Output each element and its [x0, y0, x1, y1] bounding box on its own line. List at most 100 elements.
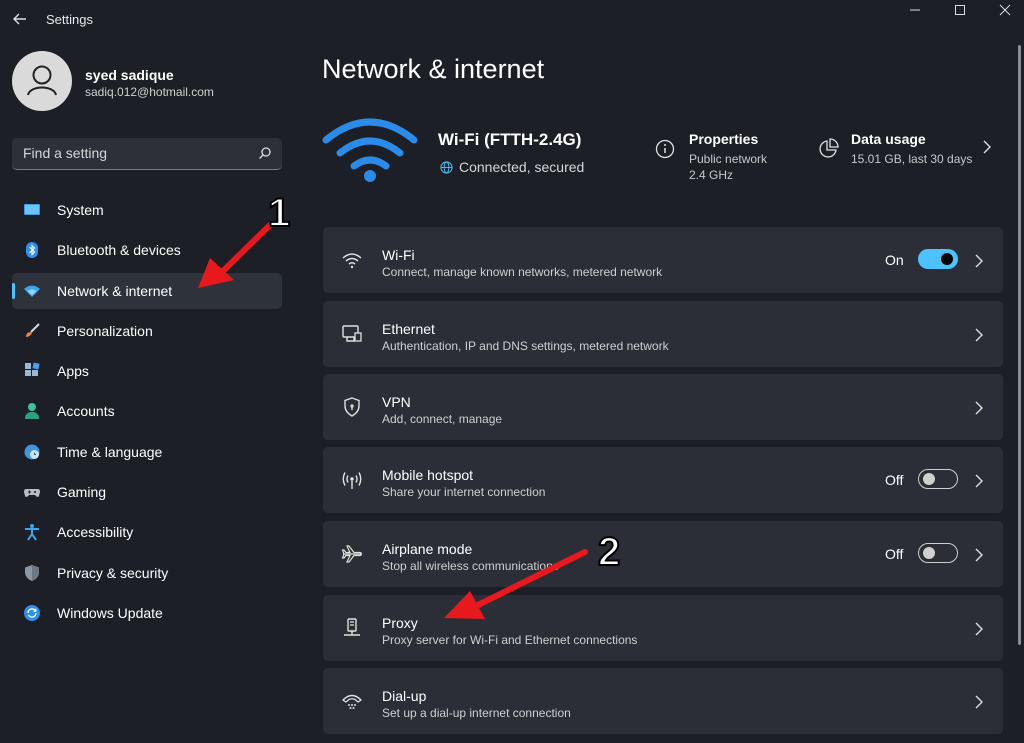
title-bar: Settings	[0, 0, 1024, 40]
sidebar-item-label: Windows Update	[57, 604, 163, 621]
maximize-button[interactable]	[937, 0, 983, 20]
data-usage-icon[interactable]	[817, 138, 839, 160]
sidebar-item-accounts[interactable]: Accounts	[12, 393, 282, 429]
wifi-icon	[24, 285, 40, 297]
info-icon[interactable]	[655, 139, 675, 159]
wifi-icon	[342, 253, 362, 269]
sidebar-item-label: Personalization	[57, 322, 153, 339]
avatar[interactable]	[12, 51, 72, 111]
sidebar-item-gaming[interactable]: Gaming	[12, 474, 282, 510]
sidebar-item-accessibility[interactable]: Accessibility	[12, 514, 282, 550]
toggle-knob	[923, 547, 935, 559]
toggle-state-label: Off	[885, 472, 904, 488]
airplane-mode-toggle[interactable]	[918, 543, 958, 563]
card-description: Connect, manage known networks, metered …	[382, 265, 663, 279]
update-icon	[24, 604, 40, 621]
chevron-right-icon[interactable]	[973, 622, 985, 636]
data-usage-amount: 15.01 GB, last 30 days	[851, 152, 973, 166]
sidebar-item-system[interactable]: System	[12, 192, 282, 228]
airplane-mode-card[interactable]: Airplane mode Stop all wireless communic…	[323, 521, 1003, 587]
sidebar-nav: System Bluetooth & devices Network & int…	[12, 192, 282, 635]
sidebar-item-time-language[interactable]: Time & language	[12, 434, 282, 470]
properties-title[interactable]: Properties	[689, 131, 758, 147]
search-box[interactable]	[12, 138, 282, 170]
dial-up-card[interactable]: Dial-up Set up a dial-up internet connec…	[323, 668, 1003, 734]
chevron-right-icon[interactable]	[973, 328, 985, 342]
dial-up-icon	[341, 694, 363, 709]
search-input[interactable]	[12, 138, 252, 168]
mobile-hotspot-toggle[interactable]	[918, 469, 958, 489]
wifi-card[interactable]: Wi-Fi Connect, manage known networks, me…	[323, 227, 1003, 293]
sidebar-item-privacy[interactable]: Privacy & security	[12, 555, 282, 591]
back-button[interactable]	[10, 9, 30, 29]
close-button[interactable]	[982, 0, 1024, 20]
card-description: Proxy server for Wi-Fi and Ethernet conn…	[382, 633, 638, 647]
close-icon	[999, 4, 1011, 16]
sidebar-item-label: Accessibility	[57, 524, 134, 541]
card-description: Set up a dial-up internet connection	[382, 706, 571, 720]
chevron-right-icon[interactable]	[973, 254, 985, 268]
card-description: Stop all wireless communications	[382, 559, 559, 573]
sidebar-item-label: Gaming	[57, 484, 107, 501]
network-name: Wi-Fi (FTTH-2.4G)	[438, 130, 582, 149]
chevron-right-icon[interactable]	[973, 695, 985, 709]
properties-network-type: Public network	[689, 152, 768, 166]
person-icon	[25, 403, 39, 420]
proxy-card[interactable]: Proxy Proxy server for Wi-Fi and Etherne…	[323, 595, 1003, 661]
mobile-hotspot-card[interactable]: Mobile hotspot Share your internet conne…	[323, 447, 1003, 513]
sidebar-item-label: System	[57, 202, 104, 218]
user-email: sadiq.012@hotmail.com	[85, 85, 214, 99]
card-description: Share your internet connection	[382, 485, 546, 499]
proxy-icon	[344, 618, 360, 636]
wifi-large-icon	[322, 118, 418, 182]
accessibility-icon	[25, 524, 39, 541]
sidebar-item-personalization[interactable]: Personalization	[12, 313, 282, 349]
apps-icon	[25, 362, 40, 377]
sidebar-item-label: Time & language	[57, 443, 163, 460]
sidebar-item-windows-update[interactable]: Windows Update	[12, 595, 282, 631]
properties-band: 2.4 GHz	[689, 168, 734, 182]
sidebar-item-network[interactable]: Network & internet	[12, 272, 282, 309]
data-usage-title[interactable]: Data usage	[851, 131, 926, 147]
sidebar-item-label: Privacy & security	[57, 564, 169, 581]
toggle-knob	[941, 253, 953, 265]
card-description: Authentication, IP and DNS settings, met…	[382, 339, 669, 353]
sidebar-item-apps[interactable]: Apps	[12, 353, 282, 389]
chevron-right-icon[interactable]	[973, 474, 985, 488]
hotspot-icon	[342, 472, 362, 489]
wifi-toggle[interactable]	[918, 249, 958, 269]
airplane-icon	[341, 545, 362, 563]
sidebar-item-label: Accounts	[57, 403, 115, 420]
chevron-right-icon[interactable]	[973, 548, 985, 562]
minimize-icon	[910, 9, 920, 11]
vpn-shield-icon	[344, 397, 360, 417]
sidebar-item-label: Apps	[57, 363, 89, 380]
maximize-icon	[955, 5, 965, 15]
vpn-card[interactable]: VPN Add, connect, manage	[323, 374, 1003, 440]
card-title: Dial-up	[382, 688, 427, 704]
card-title: Mobile hotspot	[382, 467, 474, 483]
system-icon	[24, 204, 40, 215]
user-icon	[27, 65, 57, 96]
card-title: Wi-Fi	[382, 247, 415, 263]
network-status-text: Connected, secured	[459, 159, 585, 175]
network-status: Connected, secured	[440, 159, 584, 175]
sidebar-item-label: Network & internet	[57, 282, 173, 299]
shield-icon	[25, 564, 39, 581]
gamepad-icon	[24, 489, 40, 498]
sidebar-item-bluetooth[interactable]: Bluetooth & devices	[12, 232, 282, 268]
card-title: Proxy	[382, 615, 418, 631]
back-arrow-icon	[13, 13, 26, 25]
card-title: Ethernet	[382, 321, 435, 337]
clock-globe-icon	[24, 444, 40, 460]
ethernet-icon	[342, 325, 362, 342]
scrollbar[interactable]	[1018, 45, 1021, 645]
ethernet-card[interactable]: Ethernet Authentication, IP and DNS sett…	[323, 301, 1003, 367]
chevron-right-icon[interactable]	[973, 401, 985, 415]
minimize-button[interactable]	[892, 0, 938, 20]
chevron-right-icon[interactable]	[981, 139, 993, 155]
toggle-knob	[923, 473, 935, 485]
toggle-state-label: On	[885, 252, 904, 268]
sidebar-item-label: Bluetooth & devices	[57, 242, 181, 259]
search-icon[interactable]	[258, 146, 272, 160]
